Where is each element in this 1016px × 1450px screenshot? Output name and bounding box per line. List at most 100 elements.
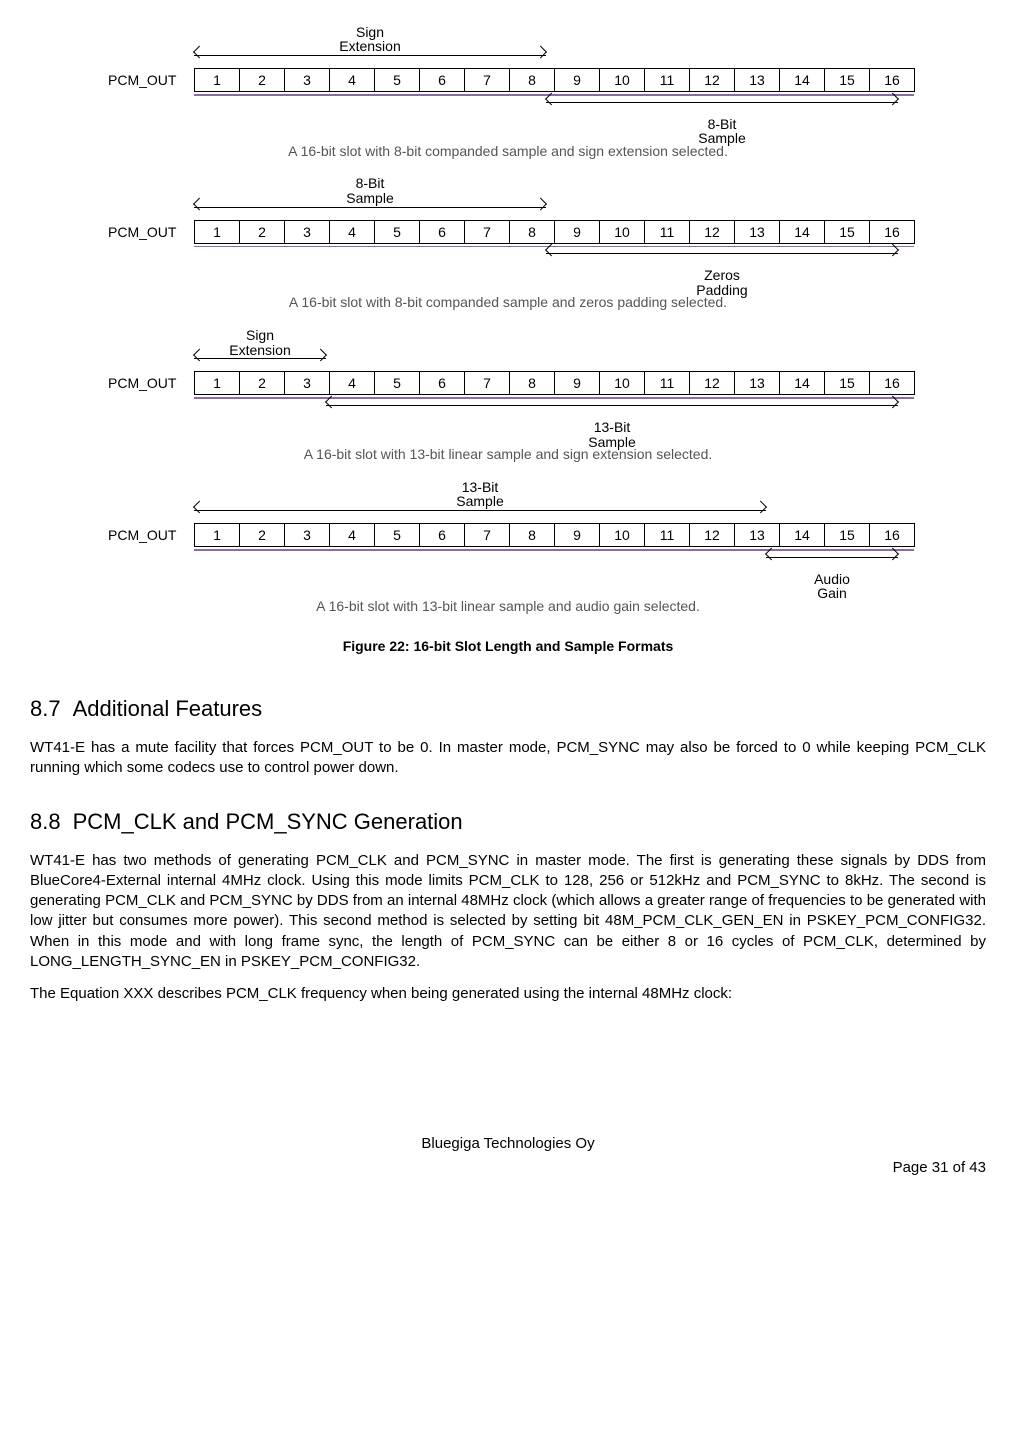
p-8-8-1: WT41-E has two methods of generating PCM… (30, 851, 986, 973)
diagram-3: SignExtension PCM_OUT 123456789101112131… (108, 333, 908, 463)
d1-caption: A 16-bit slot with 8-bit companded sampl… (108, 142, 908, 160)
slot-cell: 8 (509, 372, 554, 394)
d4-caption: A 16-bit slot with 13-bit linear sample … (108, 597, 908, 615)
pcm-out-label: PCM_OUT (108, 526, 194, 544)
slot-cell: 11 (644, 221, 689, 243)
figure-title: Figure 22: 16-bit Slot Length and Sample… (30, 637, 986, 655)
footer-company: Bluegiga Technologies Oy (30, 1134, 986, 1154)
d3-top-label: SignExtension (229, 328, 290, 357)
slot-cell: 2 (239, 69, 284, 91)
slot-cell: 5 (374, 524, 419, 546)
slot-cell: 4 (329, 372, 374, 394)
slot-cell: 12 (689, 372, 734, 394)
slot-cell: 14 (779, 69, 824, 91)
slot-grid: 12345678910111213141516 (194, 371, 915, 395)
slot-grid: 12345678910111213141516 (194, 68, 915, 92)
slot-cell: 8 (509, 221, 554, 243)
slot-grid: 12345678910111213141516 (194, 523, 915, 547)
slot-cell: 1 (194, 221, 239, 243)
slot-cell: 3 (284, 69, 329, 91)
slot-grid: 12345678910111213141516 (194, 220, 915, 244)
d3-bottom-label: 13-BitSample (588, 420, 635, 449)
d4-bottom-label: AudioGain (814, 572, 850, 601)
slot-cell: 9 (554, 69, 599, 91)
slot-cell: 9 (554, 372, 599, 394)
slot-cell: 7 (464, 221, 509, 243)
slot-cell: 9 (554, 524, 599, 546)
slot-cell: 4 (329, 69, 374, 91)
slot-cell: 3 (284, 372, 329, 394)
slot-cell: 15 (824, 524, 869, 546)
diagram-1: SignExtension PCM_OUT 123456789101112131… (108, 30, 908, 160)
slot-cell: 8 (509, 524, 554, 546)
slot-cell: 6 (419, 372, 464, 394)
sec-title: PCM_CLK and PCM_SYNC Generation (73, 809, 463, 834)
d4-top-label: 13-BitSample (456, 480, 503, 509)
slot-cell: 16 (869, 69, 915, 91)
slot-cell: 14 (779, 372, 824, 394)
d1-top-label: SignExtension (339, 25, 400, 54)
slot-cell: 5 (374, 221, 419, 243)
d2-bottom-label: ZerosPadding (696, 268, 747, 297)
slot-cell: 12 (689, 524, 734, 546)
p-8-8-2: The Equation XXX describes PCM_CLK frequ… (30, 984, 986, 1004)
slot-cell: 11 (644, 69, 689, 91)
slot-cell: 11 (644, 372, 689, 394)
slot-cell: 4 (329, 221, 374, 243)
sec-num: 8.7 (30, 696, 61, 721)
slot-cell: 13 (734, 524, 779, 546)
slot-cell: 13 (734, 221, 779, 243)
slot-cell: 14 (779, 524, 824, 546)
slot-cell: 1 (194, 69, 239, 91)
slot-cell: 7 (464, 69, 509, 91)
sec-title: Additional Features (73, 696, 263, 721)
d2-top-label: 8-BitSample (346, 176, 393, 205)
slot-cell: 9 (554, 221, 599, 243)
slot-cell: 12 (689, 69, 734, 91)
pcm-out-label: PCM_OUT (108, 374, 194, 392)
slot-cell: 11 (644, 524, 689, 546)
slot-cell: 2 (239, 372, 284, 394)
pcm-out-label: PCM_OUT (108, 71, 194, 89)
slot-cell: 10 (599, 221, 644, 243)
slot-cell: 8 (509, 69, 554, 91)
p-8-7-1: WT41-E has a mute facility that forces P… (30, 738, 986, 779)
slot-cell: 5 (374, 69, 419, 91)
slot-cell: 15 (824, 221, 869, 243)
slot-cell: 7 (464, 372, 509, 394)
d3-caption: A 16-bit slot with 13-bit linear sample … (108, 445, 908, 463)
slot-cell: 2 (239, 221, 284, 243)
slot-cell: 3 (284, 221, 329, 243)
slot-cell: 2 (239, 524, 284, 546)
slot-cell: 13 (734, 372, 779, 394)
slot-cell: 10 (599, 524, 644, 546)
slot-cell: 6 (419, 524, 464, 546)
d2-caption: A 16-bit slot with 8-bit companded sampl… (108, 293, 908, 311)
sec-num: 8.8 (30, 809, 61, 834)
slot-cell: 6 (419, 221, 464, 243)
slot-cell: 14 (779, 221, 824, 243)
slot-cell: 16 (869, 221, 915, 243)
pcm-out-label: PCM_OUT (108, 223, 194, 241)
heading-8-8: 8.8 PCM_CLK and PCM_SYNC Generation (30, 808, 986, 837)
slot-cell: 16 (869, 524, 915, 546)
diagram-4: 13-BitSample PCM_OUT 1234567891011121314… (108, 485, 908, 615)
slot-cell: 3 (284, 524, 329, 546)
page-number: Page 31 of 43 (30, 1158, 986, 1178)
slot-cell: 12 (689, 221, 734, 243)
slot-cell: 1 (194, 524, 239, 546)
heading-8-7: 8.7 Additional Features (30, 695, 986, 724)
slot-cell: 16 (869, 372, 915, 394)
slot-cell: 5 (374, 372, 419, 394)
slot-cell: 13 (734, 69, 779, 91)
slot-cell: 6 (419, 69, 464, 91)
slot-cell: 15 (824, 372, 869, 394)
diagram-2: 8-BitSample PCM_OUT 12345678910111213141… (108, 182, 908, 312)
d1-bottom-label: 8-BitSample (698, 117, 745, 146)
slot-cell: 4 (329, 524, 374, 546)
slot-cell: 10 (599, 69, 644, 91)
slot-cell: 7 (464, 524, 509, 546)
slot-cell: 1 (194, 372, 239, 394)
slot-cell: 15 (824, 69, 869, 91)
slot-cell: 10 (599, 372, 644, 394)
